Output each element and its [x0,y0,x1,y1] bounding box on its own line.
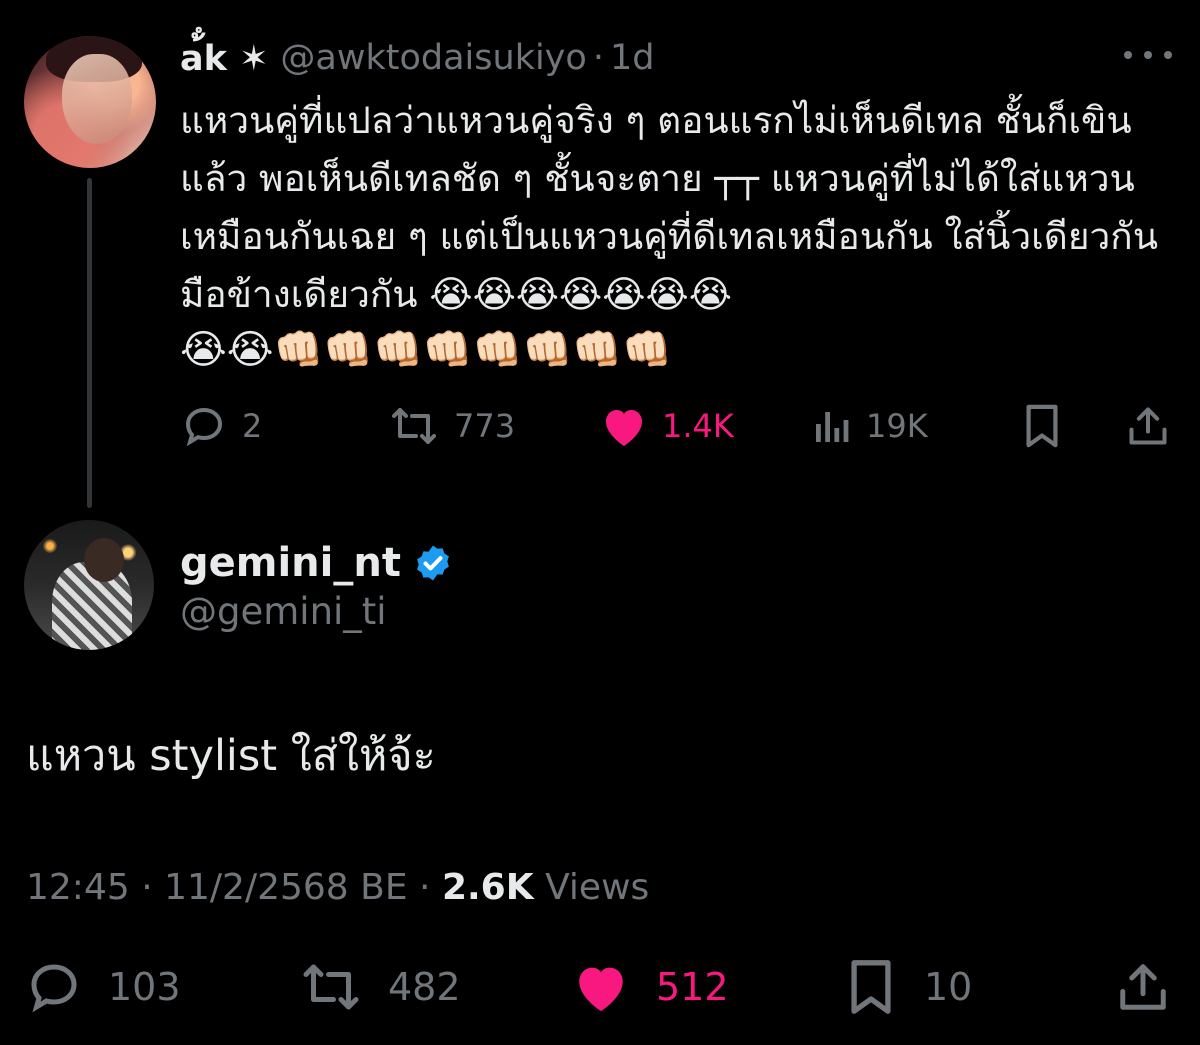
author-display-name[interactable]: gemini_nt [180,540,401,586]
repost-button[interactable]: 482 [298,956,461,1018]
parent-time[interactable]: 1d [610,38,655,78]
tweet-meta: 12:45 · 11/2/2568 BE · 2.6K Views [26,862,649,914]
heart-icon [606,410,642,446]
bookmark-icon [851,960,891,1014]
parent-action-bar: 2 773 1.4K 19K [180,398,1180,454]
share-icon [1129,407,1167,445]
heart-icon [579,967,623,1012]
meta-separator: · [141,867,153,908]
main-action-bar: 103 482 512 10 [24,956,1174,1018]
share-button[interactable] [1126,398,1170,454]
author-name-row: gemini_nt [180,537,453,589]
views-button[interactable]: 19K [812,398,928,454]
parent-tweet-header: a้ํk ✶ @awktodaisukiyo · 1d [180,34,654,82]
reply-button[interactable]: 2 [180,398,262,454]
reply-icon [31,964,77,1013]
tweet-date[interactable]: 11/2/2568 BE [164,867,407,908]
views-count: 19K [866,407,928,445]
author-handle[interactable]: @gemini_ti [180,590,387,633]
repost-count: 482 [388,965,461,1009]
verified-badge-icon[interactable] [413,543,453,583]
bookmark-count: 10 [924,965,973,1009]
meta-separator: · [419,867,431,908]
like-button[interactable]: 1.4K [600,398,734,454]
thread-line [87,178,92,508]
like-count: 512 [656,965,729,1009]
bookmark-icon [1026,404,1058,448]
avatar-head [84,538,124,582]
share-icon [1120,964,1166,1010]
avatar-face [62,54,132,144]
tweet-time[interactable]: 12:45 [26,867,130,908]
repost-count: 773 [454,407,516,445]
header-separator: · [592,38,604,78]
share-button[interactable] [1116,956,1170,1018]
parent-tweet-text: แหวนคู่ที่แปลว่าแหวนคู่จริง ๆ ตอนแรกไม่เ… [180,99,1158,316]
reply-count: 2 [242,407,263,445]
more-dot [1164,51,1172,59]
parent-avatar[interactable] [24,36,156,168]
author-avatar[interactable] [24,520,154,650]
more-icon[interactable] [1124,40,1172,70]
main-tweet-text: แหวน stylist ใส่ให้จ้ะ [26,731,436,781]
bookmark-button[interactable] [1022,398,1062,454]
like-button[interactable]: 512 [572,956,729,1018]
views-label: Views [545,867,650,908]
parent-display-name[interactable]: a้ํk ✶ [180,31,268,86]
repost-button[interactable]: 773 [388,398,515,454]
bookmark-button[interactable]: 10 [846,956,972,1018]
reply-icon [185,407,223,447]
views-icon [816,412,849,442]
parent-emoji-line: 😭😭👊🏻👊🏻👊🏻👊🏻👊🏻👊🏻👊🏻👊🏻 [180,327,672,373]
like-count: 1.4K [662,407,734,445]
main-views-count: 2.6K [441,867,534,908]
repost-icon [392,408,436,444]
parent-handle[interactable]: @awktodaisukiyo [280,38,586,78]
more-dot [1144,51,1152,59]
reply-count: 103 [108,965,181,1009]
repost-icon [303,964,359,1010]
reply-button[interactable]: 103 [24,956,181,1018]
more-dot [1124,51,1132,59]
